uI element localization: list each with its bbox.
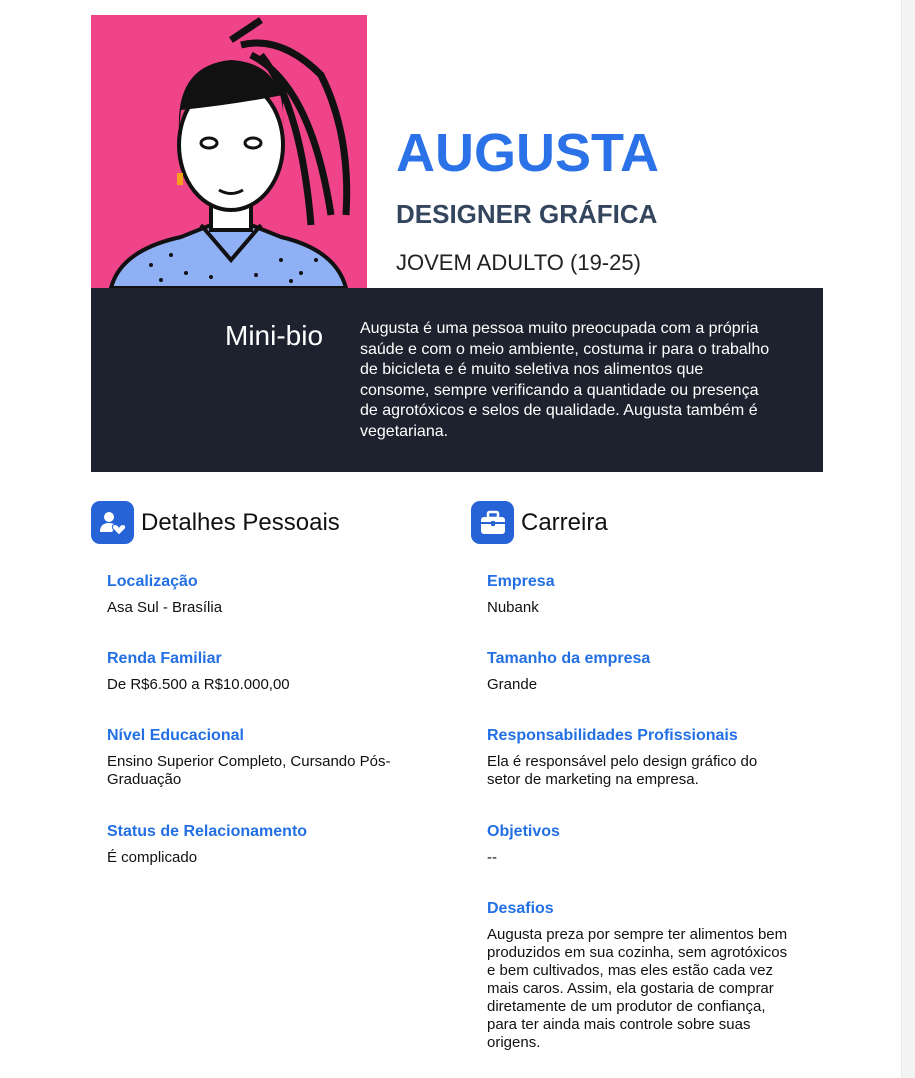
persona-age-group: JOVEM ADULTO (19-25) [396, 250, 641, 275]
persona-name: AUGUSTA [396, 123, 659, 183]
field-location: Localização Asa Sul - Brasília [107, 573, 427, 617]
field-value: Grande [487, 676, 538, 693]
field-value: Nubank [487, 599, 539, 616]
field-company: Empresa Nubank [487, 573, 807, 617]
field-value: Ela é responsável pelo design gráfico do… [487, 753, 758, 788]
user-heart-icon [91, 501, 134, 544]
field-value: -- [487, 849, 497, 866]
field-value: É complicado [107, 849, 198, 866]
field-value: Augusta preza por sempre ter alimentos b… [487, 926, 788, 1051]
field-label: Desafios [487, 900, 554, 917]
field-label: Status de Relacionamento [107, 823, 308, 840]
field-responsibilities: Responsabilidades Profissionais Ela é res… [487, 727, 787, 789]
field-value: Asa Sul - Brasília [107, 599, 223, 616]
field-education: Nível Educacional Ensino Superior Complet… [107, 727, 417, 789]
field-value: De R$6.500 a R$10.000,00 [107, 676, 290, 693]
persona-portrait [91, 15, 367, 288]
scrollbar[interactable] [901, 0, 915, 1078]
field-label: Tamanho da empresa [487, 650, 651, 667]
mini-bio-label: Mini-bio [225, 320, 324, 351]
persona-role: DESIGNER GRÁFICA [396, 199, 658, 229]
field-label: Objetivos [487, 823, 560, 840]
mini-bio-text: Augusta é uma pessoa muito preocupada co… [360, 320, 770, 440]
field-label: Responsabilidades Profissionais [487, 727, 738, 744]
field-label: Empresa [487, 573, 555, 590]
field-label: Nível Educacional [107, 727, 244, 744]
field-label: Renda Familiar [107, 650, 222, 667]
career-title: Carreira [521, 509, 608, 536]
personal-details-title: Detalhes Pessoais [141, 509, 340, 536]
field-income: Renda Familiar De R$6.500 a R$10.000,00 [107, 650, 427, 694]
field-challenges: Desafios Augusta preza por sempre ter ali… [487, 900, 797, 1052]
field-value: Ensino Superior Completo, Cursando Pós-G… [107, 753, 391, 788]
mini-bio-section: Mini-bio Augusta é uma pessoa muito preo… [91, 288, 823, 472]
field-company-size: Tamanho da empresa Grande [487, 650, 807, 694]
field-goals: Objetivos -- [487, 823, 807, 867]
field-label: Localização [107, 573, 198, 590]
briefcase-icon [471, 501, 514, 544]
field-relationship: Status de Relacionamento É complicado [107, 823, 427, 867]
